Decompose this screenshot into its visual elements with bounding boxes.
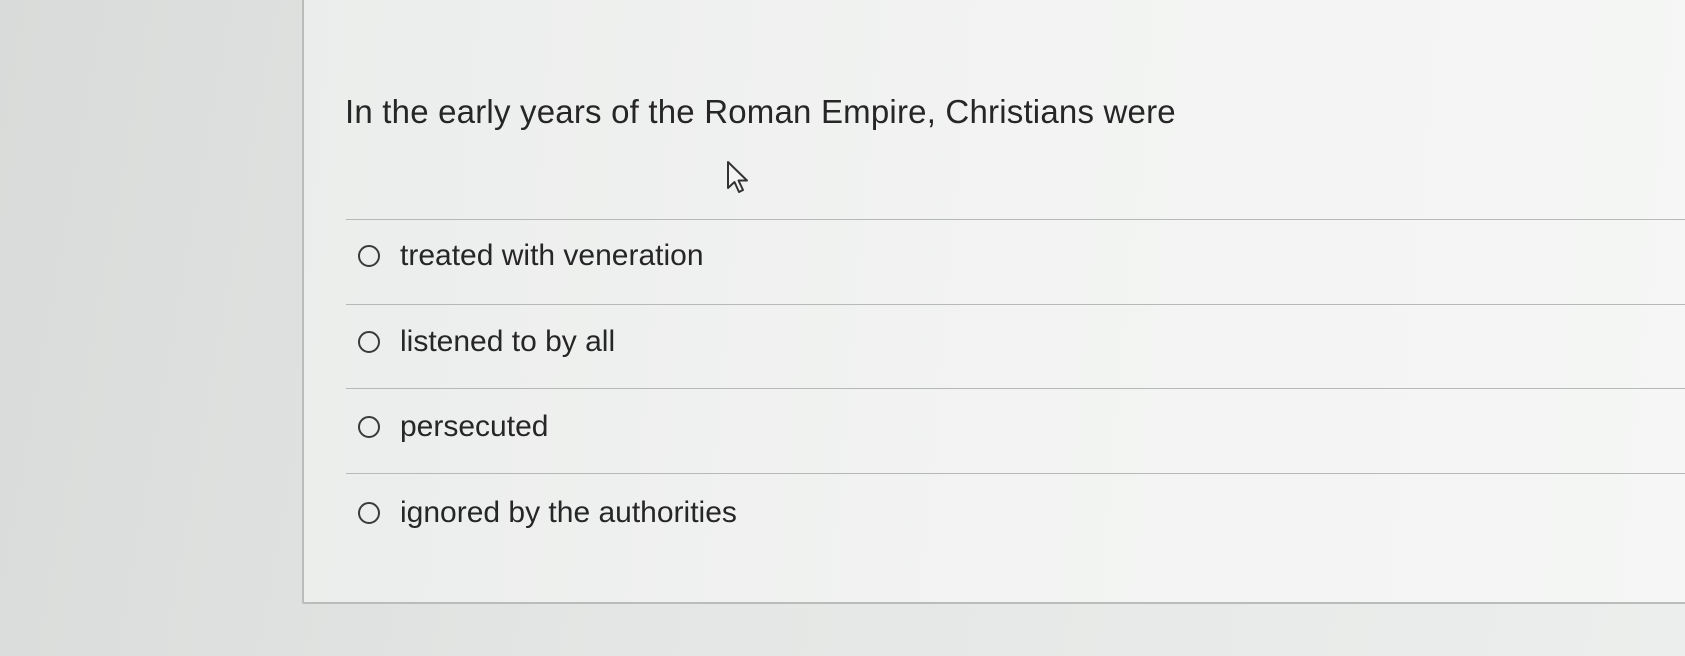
question-text: In the early years of the Roman Empire, … <box>345 93 1176 130</box>
answer-option-3[interactable]: persecuted <box>358 402 548 452</box>
answer-option-4[interactable]: ignored by the authorities <box>358 488 737 538</box>
answer-option-2[interactable]: listened to by all <box>358 317 615 367</box>
radio-button[interactable] <box>358 416 380 438</box>
option-label: treated with veneration <box>400 239 704 272</box>
divider <box>346 388 1685 389</box>
option-label: persecuted <box>400 410 549 443</box>
divider <box>346 304 1685 305</box>
divider <box>346 219 1685 220</box>
divider <box>346 473 1685 474</box>
option-label: listened to by all <box>400 325 616 358</box>
radio-button[interactable] <box>358 245 380 267</box>
mouse-pointer-icon <box>727 161 748 193</box>
option-label: ignored by the authorities <box>400 496 737 529</box>
radio-button[interactable] <box>358 331 380 353</box>
quiz-page: In the early years of the Roman Empire, … <box>0 0 1685 656</box>
radio-button[interactable] <box>358 502 380 524</box>
answer-option-1[interactable]: treated with veneration <box>358 231 704 281</box>
